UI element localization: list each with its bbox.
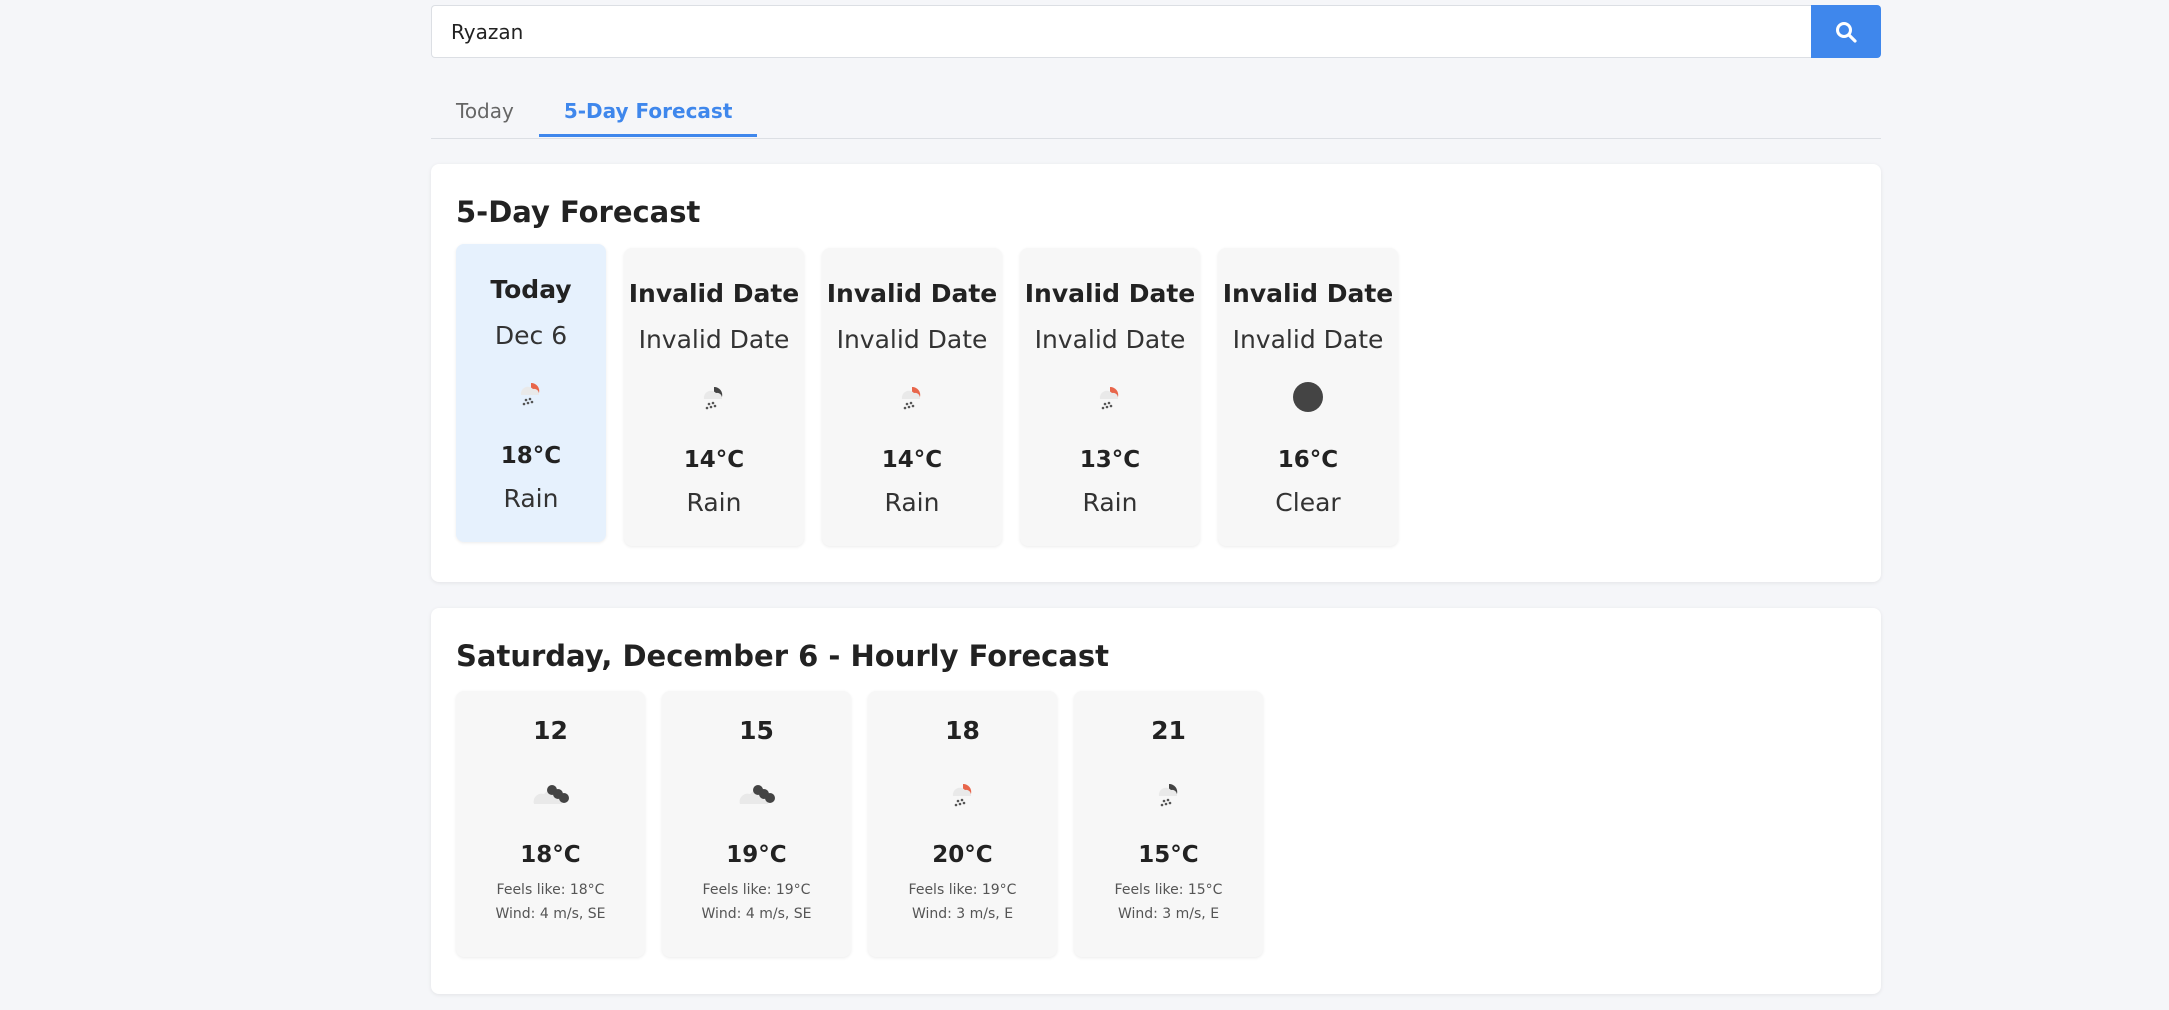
day-date: Invalid Date [1232,325,1384,354]
hour-time: 12 [533,716,568,745]
forecast-day-card[interactable]: Invalid Date Invalid Date 13°C Rain [1020,248,1200,546]
hour-wind: Wind: 3 m/s, E [1117,906,1220,922]
search-button[interactable] [1811,5,1881,58]
day-date: Invalid Date [836,325,988,354]
hour-card: 18 20°C Feels like: 19°C Wind: 3 m/s, E [868,691,1057,957]
hour-temperature: 19°C [726,842,787,868]
forecast-day-card[interactable]: Invalid Date Invalid Date 14°C Rain [624,248,804,546]
day-name: Invalid Date [1024,279,1196,308]
hour-time: 21 [1151,716,1186,745]
search-bar [431,5,1881,58]
hourly-forecast-card: Saturday, December 6 - Hourly Forecast 1… [431,608,1881,994]
hour-temperature: 15°C [1138,842,1199,868]
hour-card: 15 19°C Feels like: 19°C Wind: 4 m/s, SE [662,691,851,957]
rain-sun-icon [892,377,932,417]
forecast-day-card[interactable]: Invalid Date Invalid Date 16°C Clear [1218,248,1398,546]
day-date: Invalid Date [1034,325,1186,354]
day-condition: Rain [686,488,742,517]
hour-feels-like: Feels like: 18°C [496,882,605,898]
day-temperature: 18°C [500,443,562,469]
day-temperature: 14°C [683,447,745,473]
hour-wind: Wind: 3 m/s, E [911,906,1014,922]
forecast-day-card[interactable]: Today Dec 6 18°C Rain [456,244,606,542]
hour-card: 21 15°C Feels like: 15°C Wind: 3 m/s, E [1074,691,1263,957]
hour-feels-like: Feels like: 15°C [1114,882,1223,898]
rain-night-icon [1144,774,1194,814]
hourly-title: Saturday, December 6 - Hourly Forecast [456,639,1110,673]
day-condition: Clear [1275,488,1341,517]
broken-clouds-icon [732,774,782,814]
day-name: Today [490,275,572,304]
hour-temperature: 20°C [932,842,993,868]
day-date: Invalid Date [638,325,790,354]
day-date: Dec 6 [494,321,568,350]
day-name: Invalid Date [628,279,800,308]
five-day-forecast-card: 5-Day Forecast Today Dec 6 18°C Rain Inv… [431,164,1881,582]
forecast-days: Today Dec 6 18°C Rain Invalid Date Inval… [456,244,1398,546]
hour-time: 15 [739,716,774,745]
hour-wind: Wind: 4 m/s, SE [701,906,812,922]
day-condition: Rain [503,484,559,513]
clear-night-icon [1288,377,1328,417]
rain-sun-icon [1090,377,1130,417]
hour-feels-like: Feels like: 19°C [908,882,1017,898]
search-icon [1836,21,1857,43]
broken-clouds-icon [526,774,576,814]
hour-wind: Wind: 4 m/s, SE [495,906,606,922]
rain-night-icon [694,377,734,417]
hour-temperature: 18°C [520,842,581,868]
hour-feels-like: Feels like: 19°C [702,882,811,898]
view-tabs: Today 5-Day Forecast [431,88,1881,139]
day-temperature: 14°C [881,447,943,473]
hour-card: 12 18°C Feels like: 18°C Wind: 4 m/s, SE [456,691,645,957]
rain-sun-icon [938,774,988,814]
day-condition: Rain [1082,488,1138,517]
hour-time: 18 [945,716,980,745]
forecast-day-card[interactable]: Invalid Date Invalid Date 14°C Rain [822,248,1002,546]
day-condition: Rain [884,488,940,517]
day-name: Invalid Date [1222,279,1394,308]
tab-5-day-forecast[interactable]: 5-Day Forecast [538,88,758,137]
day-temperature: 13°C [1079,447,1141,473]
day-name: Invalid Date [826,279,998,308]
rain-sun-icon [511,373,551,413]
hourly-list: 12 18°C Feels like: 18°C Wind: 4 m/s, SE… [456,691,1263,957]
city-search-input[interactable] [431,5,1811,58]
day-temperature: 16°C [1277,447,1339,473]
tab-today[interactable]: Today [431,88,539,137]
forecast-title: 5-Day Forecast [456,195,701,229]
